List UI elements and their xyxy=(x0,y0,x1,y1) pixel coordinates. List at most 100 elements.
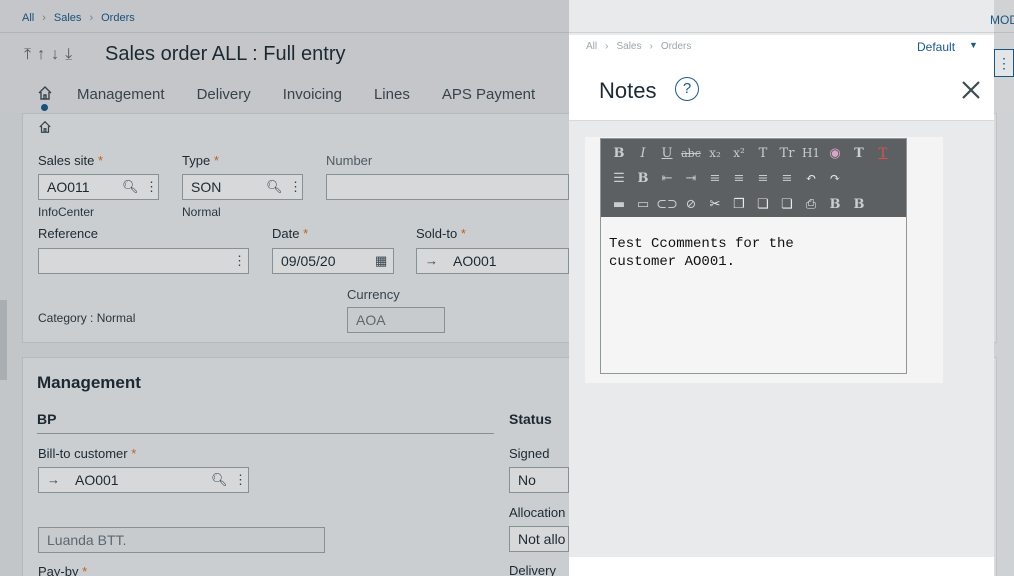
notes-panel-topbar: All › Sales › Orders Default ▼ xyxy=(569,35,994,59)
rich-text-editor[interactable]: B I U abc x₂ x² T Tr H1 ◉ T T ☰ B ⇤ ⇥ ≡ … xyxy=(600,138,907,374)
notes-header: Notes ? xyxy=(569,59,994,121)
paste-icon[interactable]: ❏ xyxy=(751,197,775,212)
help-icon[interactable]: ? xyxy=(675,77,699,101)
more-vertical-icon[interactable]: ⋮ xyxy=(145,175,158,199)
text-color-icon[interactable]: ◉ xyxy=(823,146,847,161)
notes-panel: All › Sales › Orders Default ▼ Notes ? B… xyxy=(569,35,994,576)
tab-management[interactable]: Management xyxy=(77,86,165,103)
bold-icon[interactable]: B xyxy=(823,197,847,212)
home-icon[interactable] xyxy=(38,120,52,134)
more-vertical-icon[interactable]: ⋮ xyxy=(234,468,247,492)
justify-icon[interactable]: ≡ xyxy=(775,171,799,186)
align-right-icon[interactable]: ≡ xyxy=(751,171,775,186)
sales-site-field[interactable]: AO011 🔍︎ ⋮ xyxy=(38,174,159,200)
tab-invoicing[interactable]: Invoicing xyxy=(283,86,342,103)
sales-site-label: Sales site * xyxy=(38,153,104,168)
horizontal-rule-icon[interactable]: ▬ xyxy=(607,197,631,212)
arrow-right-icon[interactable]: → xyxy=(425,249,438,273)
notes-panel-footer xyxy=(569,557,994,576)
search-icon[interactable]: 🔍︎ xyxy=(122,175,139,199)
caret-down-icon[interactable]: ▼ xyxy=(969,40,978,50)
last-record-icon[interactable]: ⤓ xyxy=(65,46,72,64)
calendar-icon[interactable]: ▦ xyxy=(375,249,387,273)
type-field[interactable]: SON 🔍︎ ⋮ xyxy=(182,174,303,200)
tab-delivery[interactable]: Delivery xyxy=(197,86,251,103)
first-record-icon[interactable]: ⤒ xyxy=(24,46,31,64)
superscript-icon[interactable]: x² xyxy=(727,146,751,160)
tab-lines[interactable]: Lines xyxy=(374,86,410,103)
next-record-icon[interactable]: ↓ xyxy=(51,46,59,64)
record-navigation: ⤒ ↑ ↓ ⤓ xyxy=(24,46,72,64)
breadcrumb: All › Sales › Orders xyxy=(22,12,135,24)
outdent-icon[interactable]: ⇤ xyxy=(655,171,679,186)
breadcrumb-orders[interactable]: Orders xyxy=(101,12,135,24)
subscript-icon[interactable]: x₂ xyxy=(703,146,727,160)
copy-icon[interactable]: ❐ xyxy=(727,197,751,212)
notes-editor-container: B I U abc x₂ x² T Tr H1 ◉ T T ☰ B ⇤ ⇥ ≡ … xyxy=(585,137,943,383)
sold-to-field[interactable]: → AO001 xyxy=(416,248,569,274)
search-icon[interactable]: 🔍︎ xyxy=(211,468,228,492)
align-left-icon[interactable]: ≡ xyxy=(703,171,727,186)
more-vertical-icon[interactable]: ⋮ xyxy=(994,49,1014,77)
notes-title: Notes xyxy=(599,78,657,103)
left-panel-toggle[interactable] xyxy=(0,300,7,380)
tab-aps-payment[interactable]: APS Payment xyxy=(442,86,535,103)
previous-record-icon[interactable]: ↑ xyxy=(37,46,45,64)
reference-field[interactable]: ⋮ xyxy=(38,248,249,274)
strikethrough-icon[interactable]: abc xyxy=(679,147,703,160)
mod-link[interactable]: MOD xyxy=(990,13,1014,27)
close-icon[interactable] xyxy=(960,79,982,101)
signed-select[interactable]: No xyxy=(509,467,569,493)
undo-icon[interactable]: ↶ xyxy=(799,171,823,186)
date-label: Date * xyxy=(272,226,309,241)
link-icon[interactable]: ⊂⊃ xyxy=(655,197,679,212)
paste-text-icon[interactable]: ❏ xyxy=(775,197,799,212)
search-icon[interactable]: 🔍︎ xyxy=(266,175,283,199)
unlink-icon[interactable]: ⊘ xyxy=(679,197,703,212)
sales-site-description: InfoCenter xyxy=(38,205,95,219)
heading-icon[interactable]: H1 xyxy=(799,146,823,160)
font-size-icon[interactable]: Tr xyxy=(775,146,799,161)
more-vertical-icon[interactable]: ⋮ xyxy=(233,249,246,273)
more-vertical-icon[interactable]: ⋮ xyxy=(289,175,302,199)
align-center-icon[interactable]: ≡ xyxy=(727,171,751,186)
bold-icon[interactable]: B xyxy=(631,171,655,186)
arrow-right-icon[interactable]: → xyxy=(47,468,60,492)
type-label: Type * xyxy=(182,153,219,168)
sold-to-label: Sold-to * xyxy=(416,226,466,241)
default-view-dropdown[interactable]: Default xyxy=(917,40,955,54)
currency-field: AOA xyxy=(347,307,445,333)
indent-icon[interactable]: ⇥ xyxy=(679,171,703,186)
print-icon[interactable]: ⎙ xyxy=(799,197,823,212)
breadcrumb-sales[interactable]: Sales xyxy=(54,12,82,24)
date-field[interactable]: 09/05/20 ▦ xyxy=(272,248,394,274)
management-title: Management xyxy=(37,373,141,392)
bill-to-field[interactable]: → AO001 🔍︎ ⋮ xyxy=(38,467,249,493)
home-icon[interactable] xyxy=(37,85,53,101)
redo-icon[interactable]: ↷ xyxy=(823,171,847,186)
format-icon[interactable]: T xyxy=(847,146,871,161)
notes-breadcrumb-all[interactable]: All xyxy=(586,41,597,52)
breadcrumb-all[interactable]: All xyxy=(22,12,34,24)
bullet-list-icon[interactable]: ☰ xyxy=(607,171,631,186)
allocation-label: Allocation xyxy=(509,505,566,520)
image-icon[interactable]: ▭ xyxy=(631,197,655,212)
notes-breadcrumb-sales[interactable]: Sales xyxy=(616,41,641,52)
notes-breadcrumb-orders[interactable]: Orders xyxy=(661,41,692,52)
number-field[interactable] xyxy=(326,174,569,200)
cut-icon[interactable]: ✂ xyxy=(703,197,727,212)
font-icon[interactable]: T xyxy=(751,146,775,161)
bold-icon[interactable]: B xyxy=(607,146,631,161)
bill-to-name-field: Luanda BTT. xyxy=(38,527,325,553)
clear-format-icon[interactable]: T xyxy=(871,146,895,161)
currency-label: Currency xyxy=(347,287,400,302)
note-content[interactable]: Test Ccomments for the customer AO001. xyxy=(609,235,899,271)
notes-breadcrumb: All › Sales › Orders xyxy=(586,41,691,52)
bold-icon[interactable]: B xyxy=(847,197,871,212)
note-line: Test Ccomments for the xyxy=(609,236,794,252)
underline-icon[interactable]: U xyxy=(655,146,679,161)
italic-icon[interactable]: I xyxy=(631,146,655,161)
allocation-select[interactable]: Not allo xyxy=(509,526,569,552)
active-tab-indicator xyxy=(41,104,48,111)
editor-toolbar: B I U abc x₂ x² T Tr H1 ◉ T T ☰ B ⇤ ⇥ ≡ … xyxy=(601,139,906,217)
